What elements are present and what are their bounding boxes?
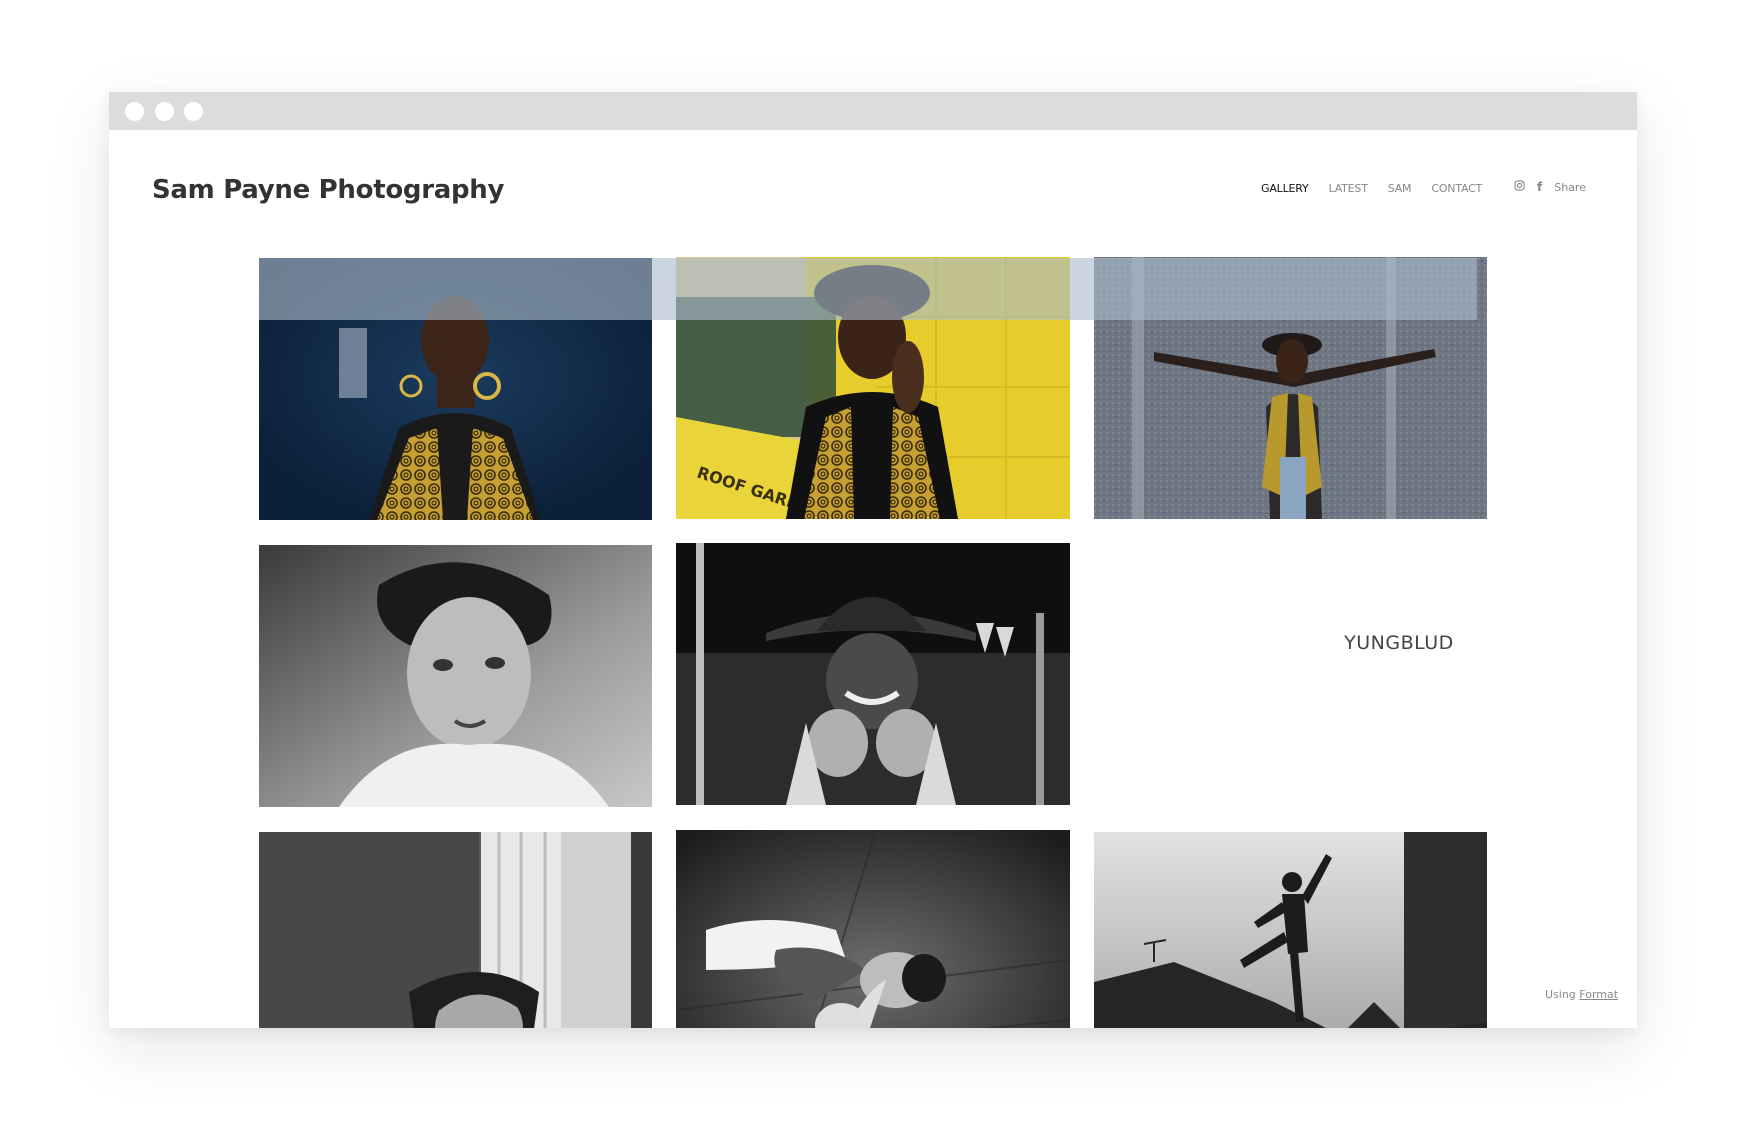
nav-item-contact[interactable]: CONTACT [1431,182,1482,195]
photo-man-lying-floor-image [676,830,1070,1028]
nav-item-sam[interactable]: SAM [1388,182,1412,195]
share-link[interactable]: Share [1554,181,1586,194]
window-close-dot[interactable] [125,102,144,121]
photo-woman-hat-laughing-image [676,543,1070,805]
facebook-icon[interactable]: f [1537,180,1542,194]
gallery-photo-woman-hat-laughing[interactable] [676,543,1070,805]
gallery-photo-silhouette-rooftop[interactable] [1094,832,1487,1028]
gallery-photo-young-man-window[interactable] [259,832,652,1028]
window-maximize-dot[interactable] [184,102,203,121]
gallery-photo-young-man-portrait[interactable] [259,545,652,807]
gallery-photo-woman-dark-blue[interactable] [259,258,652,520]
footer-credit: Using Format [1545,988,1618,1001]
footer-using-label: Using [1545,988,1576,1001]
photo-young-man-portrait-image [259,545,652,807]
photo-silhouette-rooftop-image [1094,832,1487,1028]
page-viewport: ROOF GARD YUNGBLUD Sam Payne Photography… [109,130,1637,1028]
social-links: f Share [1514,180,1586,194]
gallery-photo-woman-yellow-wall[interactable]: ROOF GARD [676,257,1070,519]
window-minimize-dot[interactable] [155,102,174,121]
instagram-icon[interactable] [1514,180,1525,194]
photo-woman-arms-outstretched-image [1094,257,1487,519]
photo-young-man-window-image [259,832,652,1028]
browser-window: ROOF GARD YUNGBLUD Sam Payne Photography… [109,92,1637,1028]
gallery-photo-woman-arms-outstretched[interactable] [1094,257,1487,519]
browser-titlebar [109,92,1637,130]
gallery-text-tile[interactable] [1094,545,1487,807]
site-title[interactable]: Sam Payne Photography [152,175,504,205]
format-link[interactable]: Format [1579,988,1618,1001]
photo-woman-yellow-wall-image: ROOF GARD [676,257,1070,519]
nav-item-latest[interactable]: LATEST [1329,182,1368,195]
nav-item-gallery[interactable]: GALLERY [1261,182,1309,195]
gallery-title-yungblud[interactable]: YUNGBLUD [1203,632,1595,654]
gallery-photo-man-lying-floor[interactable] [676,830,1070,1028]
photo-woman-dark-blue-image [259,258,652,520]
main-nav: GALLERY LATEST SAM CONTACT [1261,182,1482,195]
